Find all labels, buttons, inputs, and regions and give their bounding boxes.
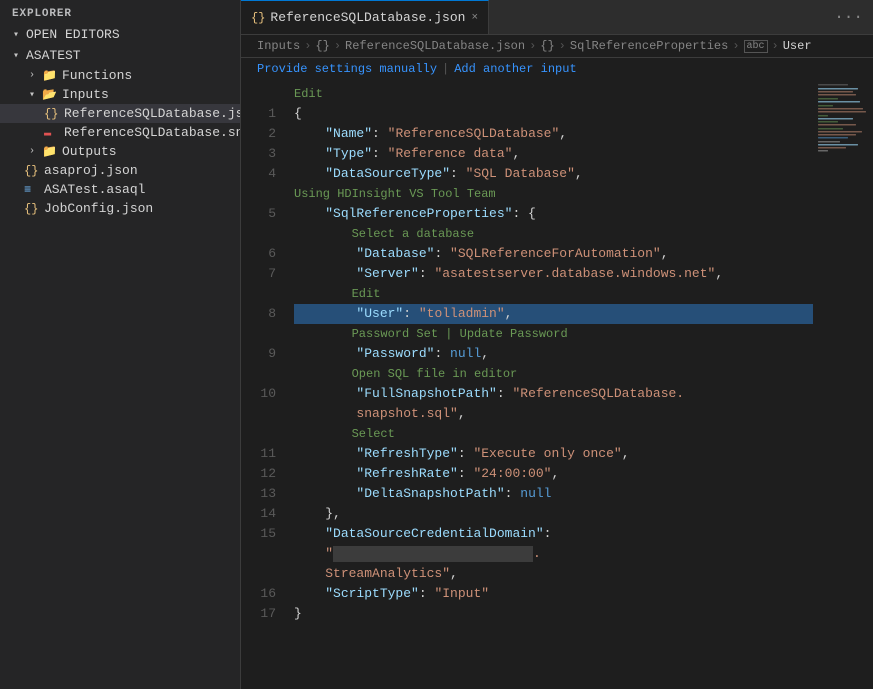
tab-label: ReferenceSQLDatabase.json	[270, 10, 465, 25]
asaproj-label: asaproj.json	[44, 163, 138, 178]
toolbar-separator: |	[442, 62, 449, 76]
json-icon-asaproj: {}	[24, 164, 40, 178]
tab-json-icon: {}	[251, 11, 265, 25]
code-comment-select: Select	[294, 424, 813, 444]
ref-sql-json-label: ReferenceSQLDatabase.json	[64, 106, 241, 121]
snap-icon-ref: ▬	[44, 126, 60, 140]
sidebar: EXPLORER OPEN EDITORS ASATEST 📁 Function…	[0, 0, 241, 689]
breadcrumb-sql-ref-props[interactable]: SqlReferenceProperties	[570, 39, 728, 53]
code-line-11: "RefreshType": "Execute only once",	[294, 444, 813, 464]
add-input-link[interactable]: Add another input	[454, 62, 576, 76]
asaql-icon: ≡	[24, 183, 40, 197]
code-line-15b: " .	[294, 544, 813, 564]
code-line-6: "Database": "SQLReferenceForAutomation",	[294, 244, 813, 264]
asatest-label: ASATEST	[26, 48, 81, 63]
code-line-3: "Type": "Reference data",	[294, 144, 813, 164]
breadcrumb-icon1: {}	[315, 39, 329, 53]
code-comment-hdinsight: Using HDInsight VS Tool Team	[294, 184, 813, 204]
sidebar-item-outputs[interactable]: 📁 Outputs	[0, 142, 240, 161]
outputs-folder-icon: 📁	[42, 144, 58, 159]
provide-settings-link[interactable]: Provide settings manually	[257, 62, 437, 76]
explorer-title: EXPLORER	[0, 0, 240, 24]
asatest-chevron	[8, 50, 24, 62]
inputs-folder-icon: 📂	[42, 87, 58, 102]
code-editor[interactable]: 1 2 3 4 5 6 7 8 9 10 11 12 13 14	[241, 80, 813, 689]
json-icon-ref: {}	[44, 107, 60, 121]
code-line-8: "User": "tolladmin",	[294, 304, 813, 324]
breadcrumb-filename[interactable]: ReferenceSQLDatabase.json	[345, 39, 525, 53]
code-comment-edit1: Edit	[294, 84, 813, 104]
minimap-svg	[813, 80, 871, 280]
asaql-label: ASATest.asaql	[44, 182, 145, 197]
code-comment-password: Password Set | Update Password	[294, 324, 813, 344]
minimap	[813, 80, 873, 689]
editor-area: {} ReferenceSQLDatabase.json × ··· Input…	[241, 0, 873, 689]
code-line-12: "RefreshRate": "24:00:00",	[294, 464, 813, 484]
sidebar-item-asaproj[interactable]: {} asaproj.json	[0, 161, 240, 180]
json-icon-jobconfig: {}	[24, 202, 40, 216]
code-line-13: "DeltaSnapshotPath": null	[294, 484, 813, 504]
code-area: 1 2 3 4 5 6 7 8 9 10 11 12 13 14	[241, 80, 873, 689]
breadcrumb-icon2: {}	[540, 39, 554, 53]
code-line-2: "Name": "ReferenceSQLDatabase",	[294, 124, 813, 144]
functions-chevron	[24, 70, 40, 81]
tab-close-button[interactable]: ×	[471, 12, 478, 24]
code-line-15c: StreamAnalytics",	[294, 564, 813, 584]
code-lines: Edit { "Name": "ReferenceSQLDatabase", "…	[286, 80, 813, 689]
code-line-14: },	[294, 504, 813, 524]
ref-sql-snap-label: ReferenceSQLDatabase.sn...	[64, 125, 241, 140]
code-line-9: "Password": null,	[294, 344, 813, 364]
open-editors-chevron	[8, 29, 24, 41]
sidebar-item-jobconfig[interactable]: {} JobConfig.json	[0, 199, 240, 218]
inputs-chevron	[24, 89, 40, 101]
sidebar-item-asaql[interactable]: ≡ ASATest.asaql	[0, 180, 240, 199]
sidebar-item-ref-sql-json[interactable]: {} ReferenceSQLDatabase.json	[0, 104, 240, 123]
functions-label: Functions	[62, 68, 132, 83]
breadcrumb-user[interactable]: User	[783, 39, 812, 53]
tab-ref-sql[interactable]: {} ReferenceSQLDatabase.json ×	[241, 0, 489, 34]
code-line-15: "DataSourceCredentialDomain":	[294, 524, 813, 544]
code-line-4: "DataSourceType": "SQL Database",	[294, 164, 813, 184]
code-line-10: "FullSnapshotPath": "ReferenceSQLDatabas…	[294, 384, 813, 404]
editor-toolbar: Provide settings manually | Add another …	[241, 58, 873, 80]
breadcrumb: Inputs › {} › ReferenceSQLDatabase.json …	[241, 35, 873, 58]
folder-icon: 📁	[42, 68, 58, 83]
sidebar-section-asatest[interactable]: ASATEST	[0, 45, 240, 66]
jobconfig-label: JobConfig.json	[44, 201, 153, 216]
outputs-chevron	[24, 146, 40, 157]
sidebar-item-inputs[interactable]: 📂 Inputs	[0, 85, 240, 104]
tab-more-button[interactable]: ···	[824, 8, 873, 26]
code-line-16: "ScriptType": "Input"	[294, 584, 813, 604]
code-comment-edit2: Edit	[294, 284, 813, 304]
open-editors-label: OPEN EDITORS	[26, 27, 120, 42]
code-line-17: }	[294, 604, 813, 624]
inputs-label: Inputs	[62, 87, 109, 102]
breadcrumb-abc-icon: abc	[744, 40, 768, 53]
line-numbers: 1 2 3 4 5 6 7 8 9 10 11 12 13 14	[241, 80, 286, 689]
sidebar-item-ref-sql-snap[interactable]: ▬ ReferenceSQLDatabase.sn...	[0, 123, 240, 142]
tab-bar: {} ReferenceSQLDatabase.json × ···	[241, 0, 873, 35]
code-comment-select-db: Select a database	[294, 224, 813, 244]
code-comment-sql-file: Open SQL file in editor	[294, 364, 813, 384]
code-line-5: "SqlReferenceProperties": {	[294, 204, 813, 224]
sidebar-section-open-editors[interactable]: OPEN EDITORS	[0, 24, 240, 45]
code-line-1: {	[294, 104, 813, 124]
outputs-label: Outputs	[62, 144, 117, 159]
breadcrumb-inputs[interactable]: Inputs	[257, 39, 300, 53]
autocomplete-box	[333, 546, 533, 562]
code-line-10b: snapshot.sql",	[294, 404, 813, 424]
sidebar-item-functions[interactable]: 📁 Functions	[0, 66, 240, 85]
code-line-7: "Server": "asatestserver.database.window…	[294, 264, 813, 284]
